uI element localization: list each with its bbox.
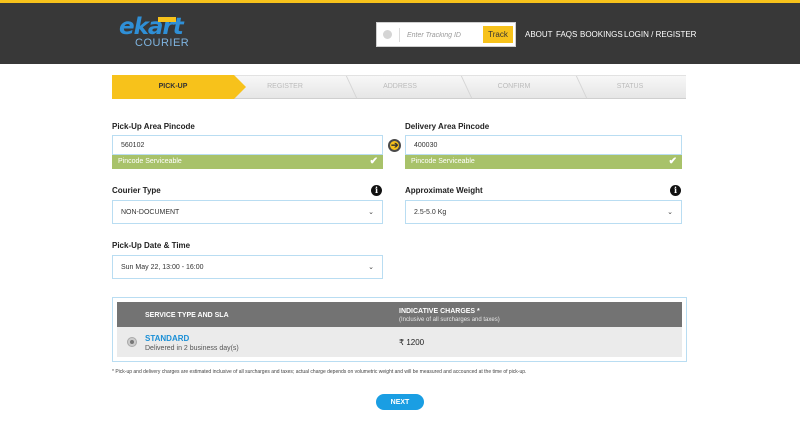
step-confirm: CONFIRM [497,83,531,90]
step-divider [336,76,358,98]
tracking-box: Track [376,22,516,47]
service-name: STANDARD [145,334,190,343]
pickup-datetime-select[interactable]: Sun May 22, 13:00 - 16:00 ⌄ [112,255,383,279]
delivery-pincode-label: Delivery Area Pincode [405,122,490,131]
chevron-down-icon: ⌄ [667,209,673,216]
pickup-pincode-label: Pick-Up Area Pincode [112,122,195,131]
chevron-down-icon: ⌄ [368,209,374,216]
service-sla: Delivered in 2 business day(s) [145,345,239,352]
nav-faqs[interactable]: FAQS [556,30,577,39]
step-address: ADDRESS [383,83,417,90]
service-radio[interactable] [127,337,137,347]
ekart-logo[interactable]: ekart COURIER [119,15,199,55]
weight-value: 2.5-5.0 Kg [414,209,447,216]
check-icon: ✔ [369,156,378,167]
courier-type-label: Courier Type [112,186,161,195]
pickup-datetime-label: Pick-Up Date & Time [112,241,191,250]
chevron-down-icon: ⌄ [368,264,374,271]
courier-type-select[interactable]: NON-DOCUMENT ⌄ [112,200,383,224]
step-divider [566,76,588,98]
next-button[interactable]: NEXT [376,394,424,410]
check-icon: ✔ [668,156,677,167]
step-divider [451,76,473,98]
nav-login-register[interactable]: LOGIN / REGISTER [624,30,696,39]
delivery-serviceable-text: Pincode Serviceable [411,158,475,165]
charges-subheader: (Inclusive of all surcharges and taxes) [399,317,500,323]
step-register: REGISTER [267,83,303,90]
service-table: SERVICE TYPE AND SLA INDICATIVE CHARGES … [112,297,687,362]
site-header: ekart COURIER Track ABOUT FAQS BOOKINGS … [0,3,800,64]
delivery-pincode-field[interactable]: 400030 [405,135,682,155]
service-table-header: SERVICE TYPE AND SLA INDICATIVE CHARGES … [117,302,682,327]
divider [399,28,400,42]
pickup-serviceable-bar: Pincode Serviceable ✔ [112,155,383,169]
charges-footnote: * Pick-up and delivery charges are estim… [112,369,527,375]
service-type-header: SERVICE TYPE AND SLA [145,312,229,319]
service-price: ₹ 1200 [399,338,425,347]
nav-bookings[interactable]: BOOKINGS [580,30,623,39]
delivery-pincode-value: 400030 [414,142,438,149]
info-icon[interactable]: i [371,185,382,196]
tracking-id-input[interactable] [407,28,477,42]
courier-type-value: NON-DOCUMENT [121,209,180,216]
weight-select[interactable]: 2.5-5.0 Kg ⌄ [405,200,682,224]
progress-steps: PICK-UP REGISTER ADDRESS CONFIRM STATUS [112,75,686,99]
track-button[interactable]: Track [483,26,513,43]
charges-header: INDICATIVE CHARGES * [399,308,480,315]
pickup-pincode-value: 560102 [121,142,145,149]
info-icon[interactable]: i [670,185,681,196]
service-row-standard[interactable]: STANDARD Delivered in 2 business day(s) … [117,327,682,357]
pickup-datetime-value: Sun May 22, 13:00 - 16:00 [121,264,204,271]
arrow-right-icon: ➔ [388,139,401,152]
pickup-serviceable-text: Pincode Serviceable [118,158,182,165]
weight-label: Approximate Weight [405,186,483,195]
step-status: STATUS [616,83,644,90]
nav-about[interactable]: ABOUT [525,30,553,39]
logo-subtitle: COURIER [135,37,190,49]
delivery-serviceable-bar: Pincode Serviceable ✔ [405,155,682,169]
logo-tag [158,17,176,22]
package-icon [383,30,392,39]
pickup-pincode-field[interactable]: 560102 [112,135,383,155]
step-pickup: PICK-UP [158,83,188,90]
